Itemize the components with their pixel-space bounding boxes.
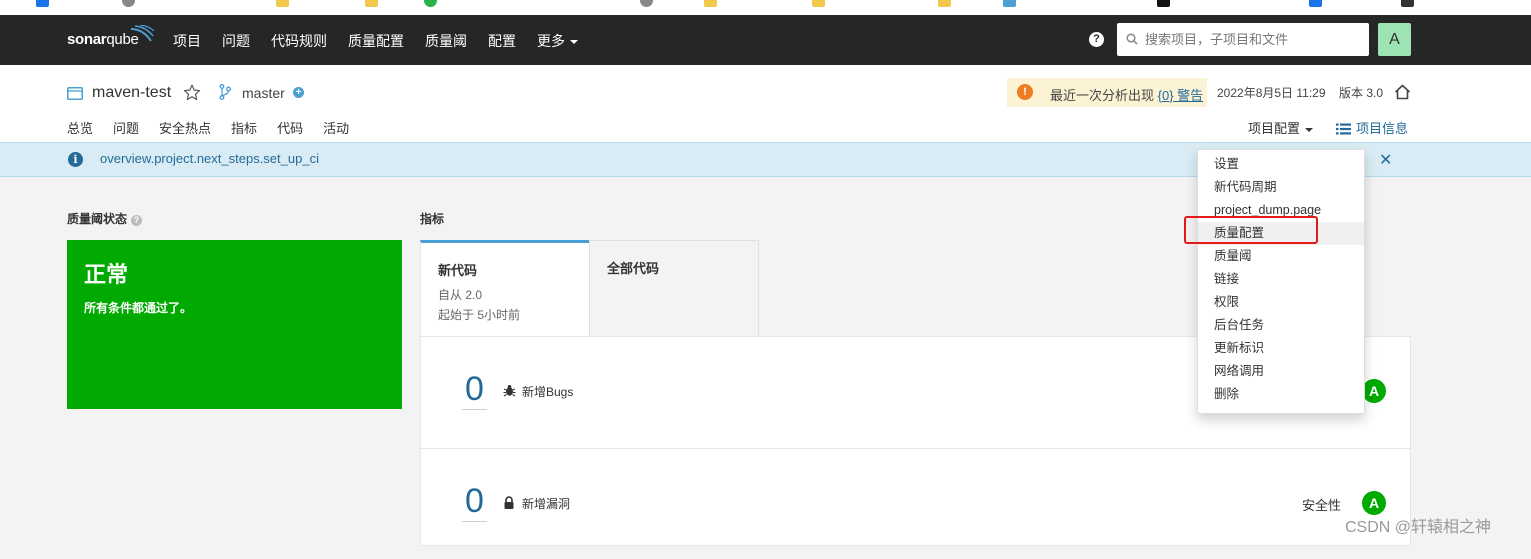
top-navbar: sonarqube 项目 问题 代码规则 质量配置 质量阈 配置 更多 ? A <box>0 15 1531 65</box>
menu-item-project-dump[interactable]: project_dump.page <box>1198 199 1364 222</box>
branch-name[interactable]: master <box>242 85 285 101</box>
quality-gate-message: 所有条件都通过了。 <box>84 301 193 315</box>
bookmark-icon[interactable] <box>1157 0 1170 7</box>
menu-item-update-key[interactable]: 更新标识 <box>1198 337 1364 360</box>
search-input[interactable] <box>1143 23 1365 56</box>
rating-badge[interactable]: A <box>1362 491 1386 515</box>
analysis-date: 2022年8月5日 11:29 <box>1217 86 1326 100</box>
folder-icon[interactable] <box>704 0 717 7</box>
metric-label: 新增漏洞 <box>522 497 571 511</box>
list-icon <box>1336 123 1351 135</box>
ci-banner-text: overview.project.next_steps.set_up_ci <box>100 151 319 166</box>
user-avatar[interactable]: A <box>1378 23 1411 56</box>
quality-gate-title: 质量阈状态? <box>67 210 143 227</box>
lock-icon <box>504 496 514 509</box>
tab-new-code-label: 新代码 <box>438 263 478 278</box>
project-version: 版本 3.0 <box>1339 86 1384 100</box>
menu-item-background-tasks[interactable]: 后台任务 <box>1198 314 1364 337</box>
main-nav: 项目 问题 代码规则 质量配置 质量阈 配置 更多 <box>173 31 599 51</box>
metric-value[interactable]: 0 <box>462 369 487 410</box>
project-icon <box>67 87 83 100</box>
menu-item-permissions[interactable]: 权限 <box>1198 291 1364 314</box>
menu-item-quality-profiles[interactable]: 质量配置 <box>1198 222 1364 245</box>
nav-rules[interactable]: 代码规则 <box>271 31 327 51</box>
warning-text: 最近一次分析出现 {0} 警告 <box>1050 88 1204 103</box>
nav-quality-gates[interactable]: 质量阈 <box>425 31 467 51</box>
folder-icon[interactable] <box>938 0 951 7</box>
quality-gate-status-text: 正常 <box>84 262 129 287</box>
project-settings-dropdown: 设置 新代码周期 project_dump.page 质量配置 质量阈 链接 权… <box>1197 149 1365 414</box>
bookmark-icon[interactable] <box>1309 0 1322 7</box>
info-icon: i <box>68 152 83 167</box>
warning-icon: ! <box>1017 84 1033 100</box>
metrics-title: 指标 <box>420 212 445 226</box>
menu-item-new-code-period[interactable]: 新代码周期 <box>1198 176 1364 199</box>
help-icon[interactable]: ? <box>1089 32 1104 47</box>
new-code-since: 自从 2.0 <box>438 288 483 302</box>
quality-gate-status: 正常 所有条件都通过了。 <box>67 240 402 409</box>
metric-label: 新增Bugs <box>522 385 574 399</box>
bookmark-icon[interactable] <box>36 0 49 7</box>
tab-overall-code[interactable]: 全部代码 <box>589 240 759 337</box>
bookmark-icon[interactable] <box>640 0 653 7</box>
menu-item-settings[interactable]: 设置 <box>1198 153 1364 176</box>
project-info-link[interactable]: 项目信息 <box>1336 118 1408 137</box>
metric-row-vulnerabilities: 0 新增漏洞 安全性 A <box>421 448 1410 559</box>
plus-circle-icon[interactable]: + <box>293 87 304 98</box>
search-icon <box>1126 33 1138 45</box>
bug-icon <box>503 385 516 397</box>
nav-more[interactable]: 更多 <box>537 31 578 51</box>
nav-quality-profiles[interactable]: 质量配置 <box>348 31 404 51</box>
menu-item-links[interactable]: 链接 <box>1198 268 1364 291</box>
bookmark-bar <box>0 0 1531 15</box>
folder-icon[interactable] <box>812 0 825 7</box>
tab-overall-code-label: 全部代码 <box>607 261 660 276</box>
branch-icon <box>219 84 231 100</box>
tab-new-code[interactable]: 新代码 自从 2.0 起始于 5小时前 <box>420 240 589 337</box>
project-header: maven-test master + ! 最近一次分析出现 {0} 警告 20… <box>0 65 1531 146</box>
menu-item-webhooks[interactable]: 网络调用 <box>1198 360 1364 383</box>
close-icon[interactable]: ✕ <box>1379 150 1392 170</box>
bookmark-icon[interactable] <box>1003 0 1016 7</box>
caret-down-icon <box>1305 127 1314 132</box>
warning-link[interactable]: {0} 警告 <box>1158 88 1204 103</box>
project-name[interactable]: maven-test <box>92 84 171 102</box>
analysis-warning: ! 最近一次分析出现 {0} 警告 <box>1007 78 1207 107</box>
menu-item-quality-gate[interactable]: 质量阈 <box>1198 245 1364 268</box>
star-icon[interactable] <box>183 84 201 101</box>
caret-down-icon <box>570 40 578 45</box>
folder-icon[interactable] <box>276 0 289 7</box>
watermark: CSDN @轩辕相之神 <box>1345 519 1492 536</box>
folder-icon[interactable] <box>365 0 378 7</box>
search-box <box>1117 23 1369 56</box>
help-icon[interactable]: ? <box>131 215 143 226</box>
rating-badge[interactable]: A <box>1362 379 1386 403</box>
nav-issues[interactable]: 问题 <box>222 31 250 51</box>
nav-projects[interactable]: 项目 <box>173 31 201 51</box>
bookmark-icon[interactable] <box>424 0 437 7</box>
home-icon[interactable] <box>1394 84 1411 100</box>
sonarqube-waves-icon <box>130 25 155 42</box>
new-code-started: 起始于 5小时前 <box>438 308 521 322</box>
nav-administration[interactable]: 配置 <box>488 31 516 51</box>
sonarqube-logo[interactable]: sonarqube <box>67 31 139 48</box>
metric-value[interactable]: 0 <box>462 481 487 522</box>
bookmark-icon[interactable] <box>122 0 135 7</box>
rating-label: 安全性 <box>1302 498 1342 513</box>
menu-item-delete[interactable]: 删除 <box>1198 383 1364 406</box>
bookmark-icon[interactable] <box>1401 0 1414 7</box>
